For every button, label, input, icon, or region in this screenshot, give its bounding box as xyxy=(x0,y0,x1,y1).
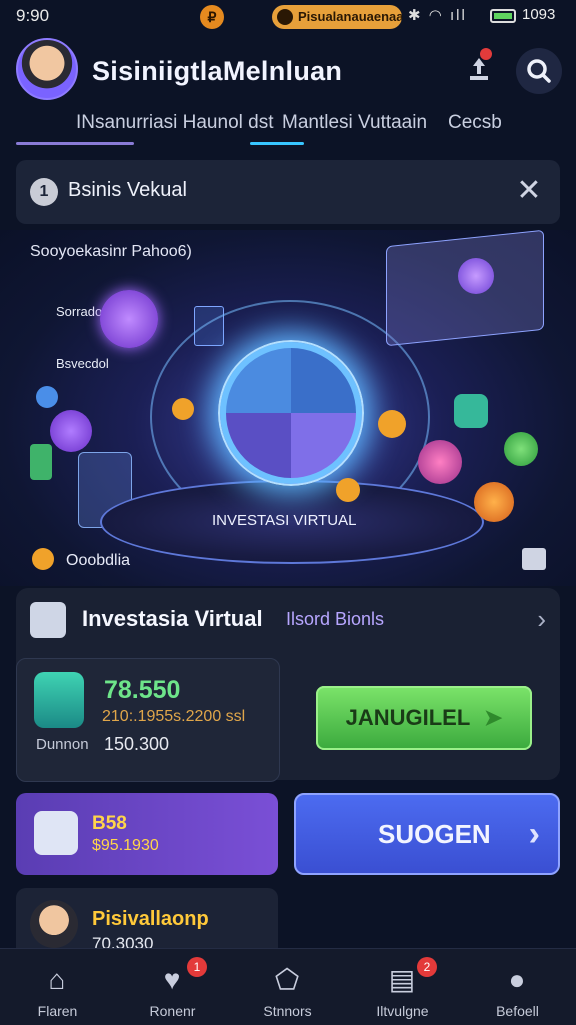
planet-icon xyxy=(458,258,494,294)
status-bar: 9:90 ₽ Pisualanauaenaaa ✱ ◠ ıll 1093 xyxy=(0,0,576,34)
nav-label-stnnors: Stnnors xyxy=(263,1003,312,1019)
notification-badge xyxy=(480,48,492,60)
nav-item-home[interactable]: ⌂ Flaren xyxy=(0,949,115,1025)
nav-label-befoell: Befoell xyxy=(496,1003,539,1019)
promo-card[interactable]: B58 $95.1930 xyxy=(16,793,278,875)
stack-icon xyxy=(30,444,52,480)
globe-icon xyxy=(218,340,364,486)
green-coin-icon xyxy=(504,432,538,466)
value-secondary: 210:.1955s.2200 ssl xyxy=(102,708,246,725)
invest-subtitle: Ilsord Bionls xyxy=(286,609,385,629)
notice-banner: 1 Bsinis Vekual ✕ xyxy=(16,160,560,224)
expand-icon[interactable] xyxy=(522,548,546,570)
home-icon: ⌂ xyxy=(48,964,66,995)
pink-coin-icon xyxy=(418,440,462,484)
hero-left-label-2: Bsvecdol xyxy=(56,356,109,371)
hero-top-label: Sooyoekasinr Pahoo6) xyxy=(30,243,192,260)
app-notification-icon: ₽ xyxy=(200,5,224,29)
tab-investasi[interactable]: INsanurriasi Haunol dst xyxy=(76,112,273,134)
chevron-right-icon: › xyxy=(528,815,540,853)
status-right-text: 1093 xyxy=(522,6,556,23)
nav-badge: 2 xyxy=(417,957,437,977)
tab-indicator-left xyxy=(16,142,134,145)
user-icon: ● xyxy=(508,964,526,995)
search-button[interactable] xyxy=(516,48,562,94)
system-icons: ✱ ◠ ıll xyxy=(408,7,467,24)
tab-indicator-active xyxy=(250,142,304,145)
page-title: SisiniigtlaMelnluan xyxy=(92,56,343,86)
promo-title: B58 xyxy=(92,813,127,834)
notification-button[interactable] xyxy=(456,46,502,92)
notice-text: Bsinis Vekual xyxy=(68,179,187,201)
chat-icon xyxy=(454,394,488,428)
hero-center-label: INVESTASI VIRTUAL xyxy=(212,512,357,529)
bottom-nav: ⌂ Flaren ♥ 1 Ronenr ⬠ Stnnors ▤ 2 Iltvul… xyxy=(0,948,576,1025)
avatar[interactable] xyxy=(16,38,78,100)
mini-coin-icon xyxy=(36,386,58,408)
invest-icon xyxy=(30,602,66,638)
shield-icon xyxy=(34,672,84,728)
value-amount: 150.300 xyxy=(104,734,170,754)
crypto-coin-icon xyxy=(100,290,158,348)
status-pill-text: Pisualanauaenaaa xyxy=(298,9,402,24)
tag-icon: ⬠ xyxy=(274,964,300,995)
nav-label-home: Flaren xyxy=(37,1003,78,1019)
coin-icon-right xyxy=(378,410,406,438)
hero-left-label-1: Sorrado xyxy=(56,304,103,319)
close-icon[interactable]: ✕ xyxy=(512,174,546,208)
chevron-right-icon[interactable]: › xyxy=(537,604,546,635)
orange-coin-icon xyxy=(474,482,514,522)
nav-item-befoell[interactable]: ● Befoell xyxy=(460,949,575,1025)
suogen-button[interactable]: SUOGEN › xyxy=(294,793,560,875)
status-pill: Pisualanauaenaaa xyxy=(272,5,402,29)
janugilel-button[interactable]: JANUGILEL ➤ xyxy=(316,686,532,750)
nav-item-ronenr[interactable]: ♥ 1 Ronenr xyxy=(115,949,230,1025)
janugilel-label: JANUGILEL xyxy=(345,705,470,730)
target-coin-icon xyxy=(50,410,92,452)
nav-item-stnnors[interactable]: ⬠ Stnnors xyxy=(230,949,345,1025)
tab-mantlesi[interactable]: Mantlesi Vuttaain xyxy=(282,112,427,134)
coin-icon-left xyxy=(172,398,194,420)
clipboard-icon: ▤ xyxy=(388,964,416,995)
suogen-label: SUOGEN xyxy=(378,819,491,849)
tab-cecsb[interactable]: Cecsb xyxy=(448,112,502,134)
pill-icon xyxy=(277,9,293,25)
status-time: 9:90 xyxy=(16,6,50,25)
arrow-right-icon: ➤ xyxy=(483,705,503,730)
avatar xyxy=(30,900,78,948)
upload-bell-icon xyxy=(470,58,488,80)
invest-title: Investasia Virtual xyxy=(82,606,263,631)
nav-badge: 1 xyxy=(187,957,207,977)
hero-bottom-label: Ooobdlia xyxy=(66,552,131,569)
info-icon: 1 xyxy=(30,178,58,206)
profile-name: Pisivallaonp xyxy=(92,908,209,930)
nav-item-iltvulgne[interactable]: ▤ 2 Iltvulgne xyxy=(345,949,460,1025)
heart-icon: ♥ xyxy=(163,964,181,995)
battery-icon xyxy=(490,9,516,23)
search-icon xyxy=(527,59,551,83)
ooobdlia-icon xyxy=(32,548,54,570)
value-main: 78.550 xyxy=(104,676,181,704)
coin-icon-bottom xyxy=(336,478,360,502)
nav-label-ronenr: Ronenr xyxy=(149,1003,196,1019)
promo-amount: $95.1930 xyxy=(92,837,159,854)
value-label: Dunnon xyxy=(36,736,89,753)
shield-check-icon xyxy=(34,811,78,855)
nav-label-iltvulgne: Iltvulgne xyxy=(376,1003,429,1019)
